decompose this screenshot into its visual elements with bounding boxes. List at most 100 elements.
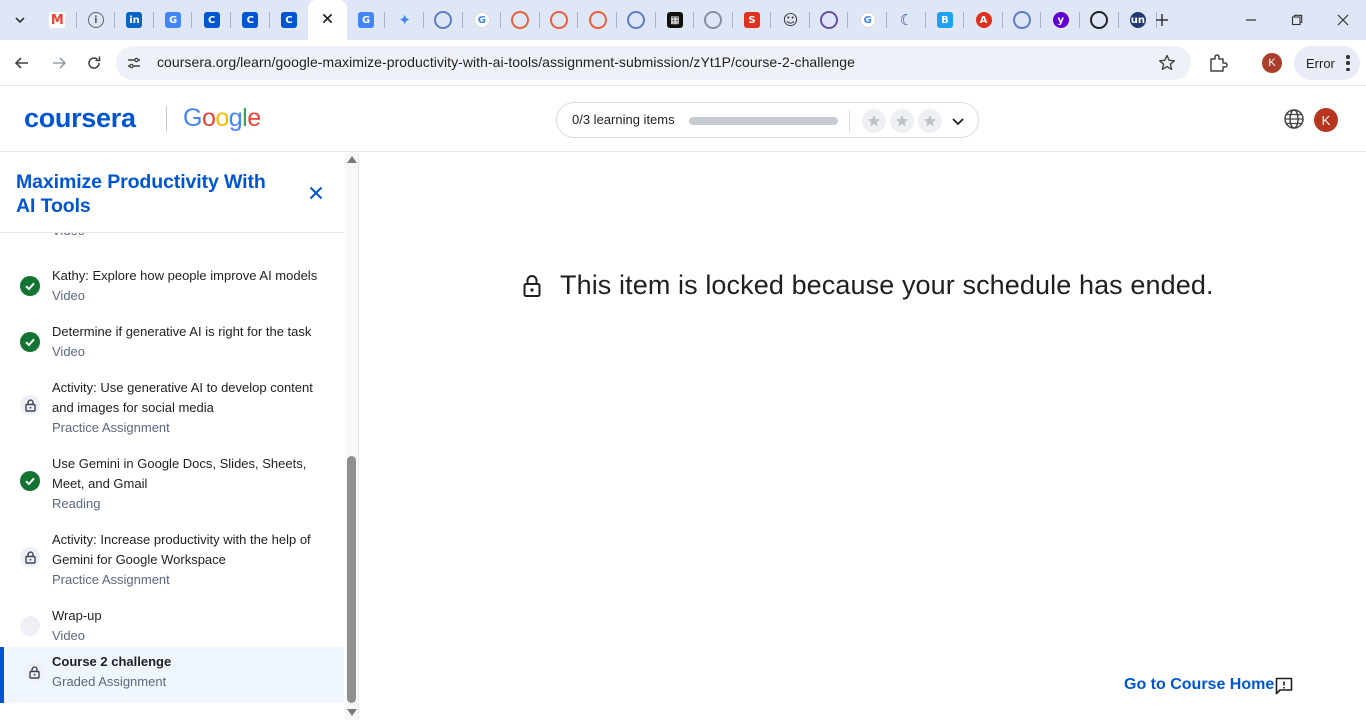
coursera-logo[interactable]: coursera [24,103,136,134]
code-ring-icon [704,11,723,29]
scroll-down-arrow-icon[interactable] [347,709,357,716]
sidebar-item-type: Practice Assignment [52,420,170,435]
browser-tab[interactable] [1003,0,1042,40]
reload-button[interactable] [80,49,108,77]
forward-button[interactable] [45,49,73,77]
arrow-left-icon [14,57,28,69]
close-icon [1337,14,1349,26]
course-header: coursera Google 0/3 learning items K [0,87,1366,152]
star-icon [890,109,914,133]
gemini-icon: ✦ [398,11,411,29]
browser-tab-bar: Mi in G C C C G ✦ G ▦ S ☺ G ☾ B Ay un [0,0,1366,40]
browser-tab[interactable]: ▦ [656,0,695,40]
sidebar-item[interactable]: Use Gemini in Google Docs, Slides, Sheet… [0,449,344,525]
sidebar-item[interactable]: Activity: Increase productivity with the… [0,525,344,601]
browser-tab[interactable]: G [347,0,386,40]
google-g-icon: G [859,12,876,28]
browser-tab[interactable]: C [270,0,309,40]
browser-tab[interactable] [424,0,463,40]
locked-message: This item is locked because your schedul… [522,270,1214,301]
browser-tab[interactable] [540,0,579,40]
url-text[interactable]: coursera.org/learn/google-maximize-produ… [157,54,855,70]
tab-search-button[interactable] [8,8,32,32]
sidebar-item-label: Determine if generative AI is right for … [52,324,312,339]
browser-tab[interactable]: C [192,0,231,40]
browser-tab-active[interactable] [308,0,347,40]
browser-tab[interactable]: G [463,0,502,40]
sidebar-item-label: Wrap-up [52,608,102,623]
new-tab-button[interactable] [1150,8,1174,32]
sidebar-header: Maximize Productivity With AI Tools [0,153,344,233]
x-ring-icon [1090,11,1109,29]
browser-profile-avatar[interactable]: K [1262,53,1282,73]
course-title[interactable]: Maximize Productivity With AI Tools [16,170,286,218]
sidebar-item-label: Kathy: Explore how people improve AI mod… [52,268,318,283]
bookmark-star-icon[interactable] [1157,53,1177,73]
sidebar-item[interactable]: Wrap-up Video [0,601,344,647]
extensions-icon[interactable] [1206,51,1230,75]
browser-tab[interactable] [1080,0,1119,40]
sidebar-item[interactable]: Determine if generative AI is right for … [0,317,344,373]
profile-error-button[interactable]: Error [1294,46,1360,80]
browser-tab[interactable]: in [115,0,154,40]
go-to-course-home-link[interactable]: Go to Course Home [1124,676,1274,694]
browser-tab[interactable]: G [848,0,888,40]
browser-tab[interactable]: C [231,0,270,40]
browser-tab[interactable] [501,0,540,40]
sidebar-item[interactable]: Course 2 challenge Graded Assignment [0,647,344,703]
address-bar[interactable]: coursera.org/learn/google-maximize-produ… [116,46,1191,80]
scroll-up-arrow-icon[interactable] [347,156,357,163]
star-icon [918,109,942,133]
language-globe-icon[interactable] [1283,108,1305,130]
progress-text: 0/3 learning items [572,112,675,127]
browser-tab[interactable]: ☾ [887,0,926,40]
browser-tab[interactable]: G [154,0,193,40]
sidebar-item[interactable]: Activity: Use generative AI to develop c… [0,373,344,449]
browser-tab[interactable]: ✦ [385,0,424,40]
browser-tab[interactable]: M [38,0,77,40]
close-icon[interactable] [322,11,333,29]
coursera-c-icon: C [242,12,259,28]
browser-tab[interactable]: y [1041,0,1081,40]
globe-ring-icon [627,11,646,29]
minimize-button[interactable] [1228,0,1274,40]
minimize-icon [1246,19,1256,21]
restore-button[interactable] [1274,0,1320,40]
sidebar-item-type: Video [52,288,86,303]
linkedin-icon: in [126,12,143,28]
site-settings-icon[interactable] [126,55,142,71]
browser-tab[interactable]: i [77,0,116,40]
progress-dropdown[interactable]: 0/3 learning items [556,102,979,138]
s-icon: S [743,12,760,28]
user-avatar[interactable]: K [1314,108,1338,132]
browser-tab[interactable]: ☺ [771,0,810,40]
arrow-right-icon [53,57,67,69]
orange-ring-icon [550,11,569,29]
progress-bar [689,117,838,125]
browser-tab[interactable] [694,0,733,40]
back-button[interactable] [8,49,36,77]
chevron-down-icon [15,17,25,24]
chevron-down-icon[interactable] [950,113,966,129]
browser-tab[interactable] [578,0,617,40]
lock-icon [24,398,36,412]
scrollbar-thumb[interactable] [347,456,356,703]
browser-tab[interactable] [810,0,849,40]
sidebar-item-type: Video [52,344,86,359]
orange-ring-icon [588,11,607,29]
completed-status-icon [20,332,40,352]
window-close-button[interactable] [1320,0,1366,40]
browser-tab[interactable]: S [733,0,772,40]
sidebar-item-type: Reading [52,496,101,511]
restore-icon [1291,14,1303,26]
close-sidebar-button[interactable] [305,182,327,204]
browser-tab[interactable] [617,0,656,40]
a-circle-icon: A [975,12,992,28]
translate-icon: G [165,12,182,28]
orange-ring-icon [511,11,530,29]
sidebar-item[interactable]: Kathy: Explore how people improve AI mod… [0,261,344,317]
feedback-icon[interactable] [1274,676,1294,696]
browser-tab[interactable]: A [964,0,1003,40]
browser-tab[interactable]: B [926,0,965,40]
locked-status-icon [20,395,40,415]
